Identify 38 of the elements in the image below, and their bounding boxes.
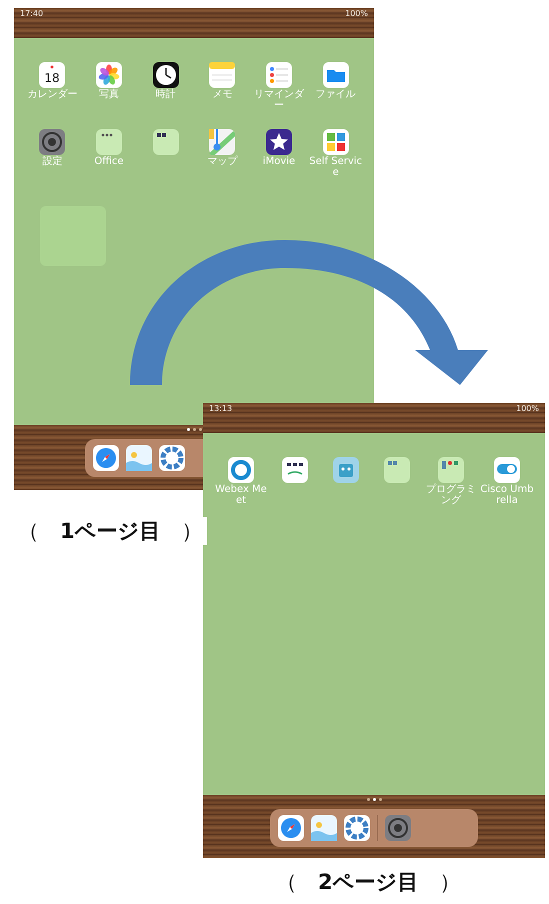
status-time: 17:40 — [20, 9, 44, 18]
toggle-icon[interactable] — [494, 457, 520, 483]
compass-icon[interactable] — [278, 815, 304, 841]
app-label: Webex Meet — [214, 485, 268, 506]
status-time: 13:13 — [209, 404, 232, 413]
robot-icon[interactable] — [332, 457, 359, 483]
app-label: カレンダー — [26, 90, 78, 100]
seaside-icon[interactable] — [126, 445, 152, 471]
clock-icon[interactable] — [152, 62, 179, 88]
app-label: メモ — [211, 90, 234, 100]
app-label: マップ — [206, 157, 239, 168]
map-icon[interactable] — [209, 129, 236, 155]
ring-icon[interactable] — [228, 457, 254, 483]
gear-icon[interactable] — [39, 129, 66, 155]
app-label: Cisco Umbrella — [479, 485, 535, 506]
app-label: 設定 — [41, 157, 64, 168]
app-label: iMovie — [262, 157, 296, 168]
app-label: Self Service — [308, 157, 364, 178]
app-label: 時計 — [154, 90, 177, 100]
app-label: プログラミング — [424, 485, 477, 506]
app-label: ファイル — [314, 90, 357, 100]
app-label: リマインダー — [252, 90, 306, 111]
calendar-icon[interactable]: 18 — [39, 62, 66, 88]
folder-icon[interactable] — [152, 129, 179, 155]
gear-icon[interactable] — [385, 815, 411, 841]
app-label: 写真 — [98, 90, 120, 100]
app-label: Office — [93, 157, 125, 168]
seaside-icon[interactable] — [311, 815, 337, 841]
lifebuoy-icon[interactable] — [344, 815, 370, 841]
list-icon[interactable] — [266, 62, 292, 88]
school-icon[interactable] — [282, 457, 308, 483]
flower-icon[interactable] — [96, 62, 122, 88]
battery-level: 100% — [516, 404, 539, 413]
compass-icon[interactable] — [93, 445, 119, 471]
grid-icon[interactable] — [322, 129, 349, 155]
battery-level: 100% — [345, 9, 368, 18]
notes-icon[interactable] — [209, 62, 236, 88]
lifebuoy-icon[interactable] — [159, 445, 185, 471]
